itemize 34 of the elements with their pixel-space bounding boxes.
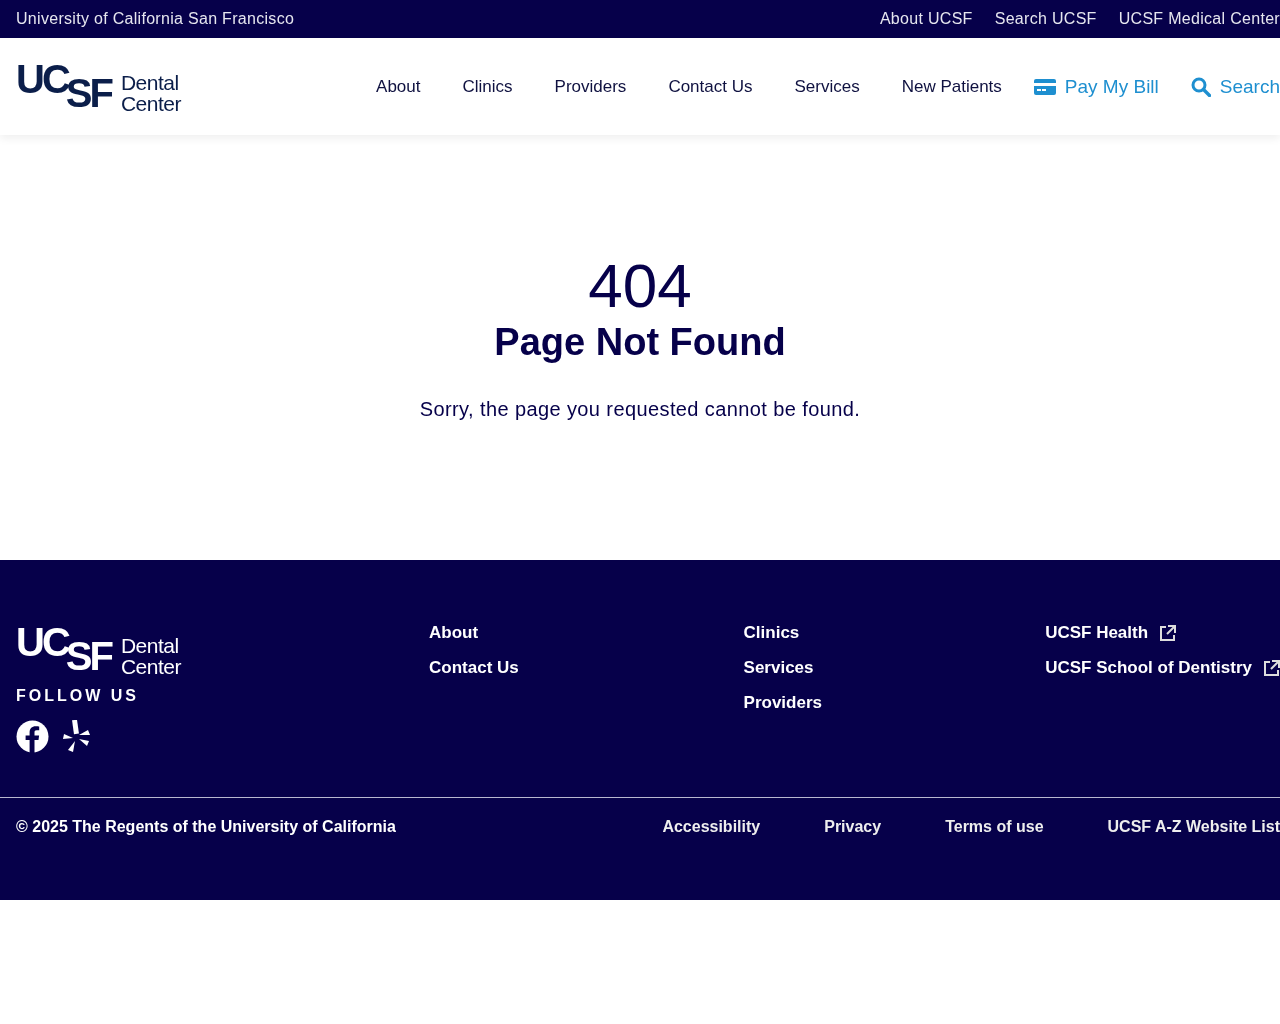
nav-link[interactable]: Services	[794, 76, 860, 97]
copyright-text: © 2025 The Regents of the University of California	[16, 818, 396, 836]
follow-us-heading: FOLLOW US	[16, 687, 140, 705]
error-code: 404	[588, 255, 692, 317]
error-message: Sorry, the page you requested cannot be found.	[419, 398, 861, 421]
footer-link[interactable]: UCSF School of Dentistry	[1045, 657, 1280, 679]
top-bar-link[interactable]: UCSF Medical Center	[1118, 10, 1280, 28]
legal-link[interactable]: UCSF A-Z Website List	[1107, 818, 1280, 836]
footer-link[interactable]: Services	[743, 657, 1046, 679]
search-link[interactable]: Search	[1190, 75, 1280, 98]
legal-link[interactable]: Privacy	[824, 818, 882, 836]
nav-link[interactable]: About	[376, 76, 421, 97]
legal-link[interactable]: Terms of use	[945, 818, 1044, 836]
footer-link[interactable]: Contact Us	[429, 657, 744, 679]
external-link-icon	[1263, 659, 1280, 677]
credit-card-icon	[1033, 78, 1056, 95]
top-bar-link[interactable]: About UCSF	[879, 10, 973, 28]
search-icon	[1190, 76, 1211, 97]
yelp-icon[interactable]	[63, 720, 90, 753]
nav-link[interactable]: Clinics	[462, 76, 513, 97]
nav-link[interactable]: Contact Us	[668, 76, 753, 97]
footer-link[interactable]: About	[429, 622, 744, 644]
facebook-icon[interactable]	[16, 720, 49, 753]
footer-link[interactable]: UCSF Health	[1045, 622, 1280, 644]
nav-link[interactable]: Providers	[554, 76, 627, 97]
nav-link[interactable]: New Patients	[901, 76, 1002, 97]
top-bar-link[interactable]: Search UCSF	[994, 10, 1097, 28]
university-name: University of California San Francisco	[16, 10, 295, 28]
pay-bill-link[interactable]: Pay My Bill	[1033, 75, 1159, 98]
external-link-icon	[1159, 624, 1177, 642]
legal-link[interactable]: Accessibility	[662, 818, 761, 836]
error-title: Page Not Found	[494, 321, 786, 364]
footer-link[interactable]: Providers	[743, 692, 1046, 714]
footer-link[interactable]: Clinics	[743, 622, 1046, 644]
